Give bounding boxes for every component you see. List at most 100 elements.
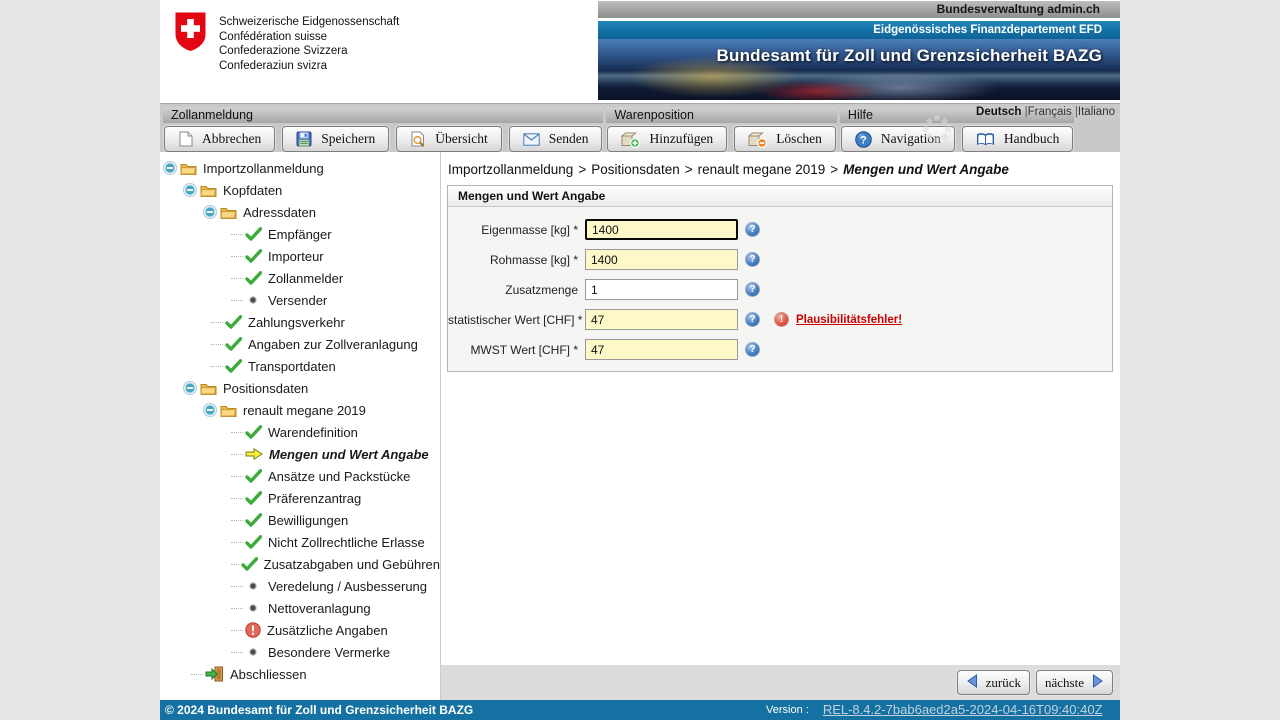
tree-item-label: Zusatzabgaben und Gebühren [263,556,440,572]
tree-item-angaben-zur-zollveranlagung[interactable]: Angaben zur Zollveranlagung [160,333,440,355]
abbrechen-button[interactable]: Abbrechen [164,126,276,152]
plausibility-error-link[interactable]: Plausibilitätsfehler! [796,314,902,326]
language-option-italiano[interactable]: Italiano [1078,106,1115,118]
tree-connector [231,233,243,235]
tree-item-kopfdaten[interactable]: Kopfdaten [160,179,440,201]
-bersicht-button[interactable]: Übersicht [396,126,502,152]
help-icon[interactable]: ? [745,342,760,357]
tree-item-ansätze-und-packstücke[interactable]: Ansätze und Packstücke [160,465,440,487]
add-package-icon [621,131,641,148]
tree-item-nicht-zollrechtliche-erlasse[interactable]: Nicht Zollrechtliche Erlasse [160,531,440,553]
office-title: Bundesamt für Zoll und Grenzsicherheit B… [716,46,1102,65]
breadcrumb: Importzollanmeldung > Positionsdaten > renau… [448,162,1120,177]
bullet-icon [245,603,262,613]
expander-minus-icon[interactable] [203,403,217,417]
tree-item-zusätzliche-angaben[interactable]: Zusätzliche Angaben [160,619,440,641]
tree-item-label: Importzollanmeldung [203,160,324,176]
next-button[interactable]: nächste [1036,670,1113,695]
toolbar: Zollanmeldung Abbrechen Speichern Übersicht… [160,103,1120,152]
tree-item-abschliessen[interactable]: Abschliessen [160,663,440,685]
question-sphere-icon: ? [855,130,872,148]
statistischer-wert-chf-input[interactable] [585,309,738,330]
tree-item-bewilligungen[interactable]: Bewilligungen [160,509,440,531]
help-icon[interactable]: ? [745,312,760,327]
swiss-federal-logo: Schweizerische Eidgenossenschaft Confédé… [175,12,399,73]
footer: © 2024 Bundesamt für Zoll und Grenzsiche… [160,700,1120,720]
tree-connector [211,343,223,345]
mwst-wert-chf-input[interactable] [585,339,738,360]
help-icon[interactable]: ? [745,222,760,237]
toolbar-group: Zollanmeldung Abbrechen Speichern Übersicht… [163,107,604,152]
expander-minus-icon[interactable] [203,205,217,219]
tree-item-label: Nettoveranlagung [268,600,371,616]
language-option-deutsch[interactable]: Deutsch [976,106,1021,118]
tree-item-positionsdaten[interactable]: Positionsdaten [160,377,440,399]
wordmark-line-fr: Confédération suisse [219,30,328,43]
form-panel-title: Mengen und Wert Angabe [448,186,1112,207]
tree-item-nettoveranlagung[interactable]: Nettoveranlagung [160,597,440,619]
senden-button[interactable]: Senden [508,126,603,152]
field-label: Eigenmasse [kg] * [481,222,578,237]
tree-item-versender[interactable]: Versender [160,289,440,311]
tree-item-importzollanmeldung[interactable]: Importzollanmeldung [160,157,440,179]
tree-item-label: Importeur [268,248,324,264]
language-option-franais[interactable]: Français [1028,106,1072,118]
tree-item-label: Empfänger [268,226,332,242]
version-link[interactable]: REL-8.4.2-7bab6aed2a5-2024-04-16T09:40:4… [823,702,1103,717]
bundesverwaltung-bar[interactable]: Bundesverwaltung admin.ch [598,1,1120,18]
button-label: Übersicht [435,131,488,146]
expander-minus-icon[interactable] [163,161,177,175]
check-icon [245,513,262,527]
speichern-button[interactable]: Speichern [282,126,390,152]
tree-item-label: Zollanmelder [268,270,344,286]
check-icon [245,535,262,549]
tree-item-zahlungsverkehr[interactable]: Zahlungsverkehr [160,311,440,333]
help-icon[interactable]: ? [745,282,760,297]
header-banner-block: Bundesverwaltung admin.ch Eidgenössische… [598,1,1120,100]
version-block: Version : REL-8.4.2-7bab6aed2a5-2024-04-… [766,702,1103,717]
tree-item-empfänger[interactable]: Empfänger [160,223,440,245]
tree-item-label: Mengen und Wert Angabe [269,446,429,462]
book-icon [976,132,995,147]
exit-door-icon [205,666,224,682]
help-icon[interactable]: ? [745,252,760,267]
tree-item-präferenzantrag[interactable]: Präferenzantrag [160,487,440,509]
tree-connector [231,299,243,301]
tree-item-label: Veredelung / Ausbesserung [268,578,428,594]
handbuch-button[interactable]: Handbuch [961,126,1074,152]
tree-item-veredelung-ausbesserung[interactable]: Veredelung / Ausbesserung [160,575,440,597]
wordmark-line-rm: Confederaziun svizra [219,59,328,72]
tree-item-label: Abschliessen [230,666,307,682]
check-icon [245,227,262,241]
expander-minus-icon[interactable] [183,183,197,197]
toolbar-group-label: Zollanmeldung [163,107,604,123]
folder-icon [220,206,237,219]
tree-item-besondere-vermerke[interactable]: Besondere Vermerke [160,641,440,663]
tree-connector [231,277,243,279]
tree-item-label: Versender [268,292,328,308]
l-schen-button[interactable]: Löschen [734,126,836,152]
tree-item-importeur[interactable]: Importeur [160,245,440,267]
zusatzmenge-input[interactable] [585,279,738,300]
edec-application-window: Schweizerische Eidgenossenschaft Confédé… [160,0,1120,720]
field-label: MWST Wert [CHF] * [470,342,578,357]
tree-item-warendefinition[interactable]: Warendefinition [160,421,440,443]
main-panel: Importzollanmeldung > Positionsdaten > renau… [441,152,1120,700]
tree-item-mengen-und-wert-angabe[interactable]: Mengen und Wert Angabe [160,443,440,465]
button-label: Löschen [776,131,822,146]
rohmasse-kg-input[interactable] [585,249,738,270]
error-icon [245,622,261,638]
tree-item-transportdaten[interactable]: Transportdaten [160,355,440,377]
back-button[interactable]: zurück [956,670,1031,695]
tree-item-zollanmelder[interactable]: Zollanmelder [160,267,440,289]
expander-minus-icon[interactable] [183,381,197,395]
check-icon [245,271,262,285]
eigenmasse-kg-input[interactable] [585,219,738,240]
tree-item-label: Zusätzliche Angaben [267,622,388,638]
hinzuf-gen-button[interactable]: Hinzufügen [607,126,728,152]
wordmark-line-de: Schweizerische Eidgenossenschaft [219,16,400,28]
tree-connector [231,453,243,455]
tree-item-zusatzabgaben-und-gebühren[interactable]: Zusatzabgaben und Gebühren [160,553,440,575]
tree-item-renault-megane-2019[interactable]: renault megane 2019 [160,399,440,421]
tree-item-adressdaten[interactable]: Adressdaten [160,201,440,223]
